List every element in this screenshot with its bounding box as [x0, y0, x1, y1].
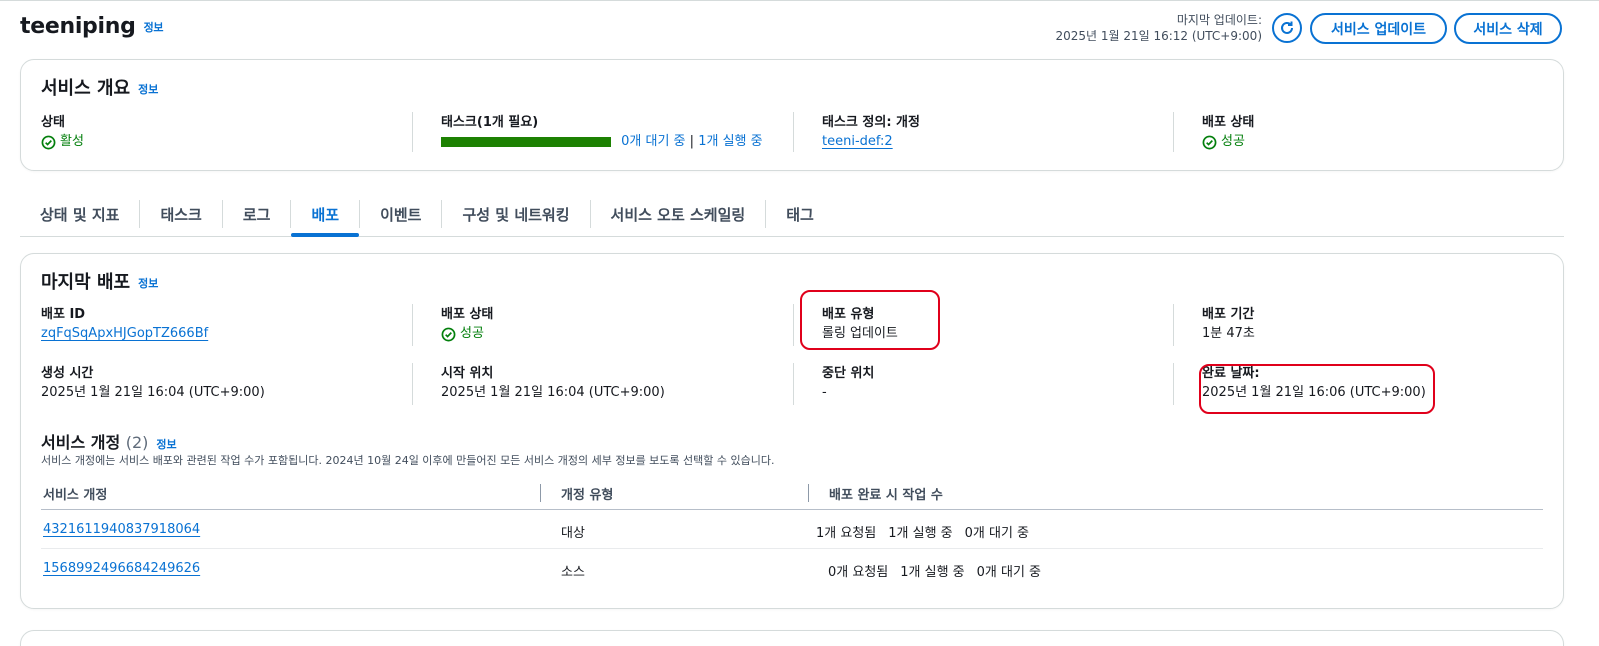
last-deployment-panel: 마지막 배포 정보 배포 ID zqFqSqApxHJGopTZ666Bf 배포 … [20, 253, 1564, 609]
revision-type: 소스 [561, 565, 585, 580]
tab-tasks[interactable]: 태스크 [140, 192, 221, 236]
service-tabs: 상태 및 지표 태스크 로그 배포 이벤트 구성 및 네트워킹 서비스 오토 스… [20, 192, 1564, 237]
tab-logs[interactable]: 로그 [223, 192, 291, 236]
page-title: teeniping 정보 [20, 14, 164, 39]
column-header-revision-type[interactable]: 개정 유형 [561, 484, 613, 503]
last-updated-label: 마지막 업데이트: [1176, 13, 1262, 27]
overview-deploy-status: 배포 상태 성공 [1202, 115, 1255, 149]
tasks-pending-link[interactable]: 0개 대기 중 [621, 134, 685, 149]
deployment-id-link[interactable]: zqFqSqApxHJGopTZ666Bf [41, 326, 208, 341]
check-circle-icon [1202, 135, 1217, 149]
tab-events[interactable]: 이벤트 [360, 192, 441, 236]
revisions-info-link[interactable]: 정보 [156, 438, 176, 451]
revision-type: 대상 [561, 526, 585, 541]
deployment-title: 마지막 배포 정보 [41, 272, 159, 293]
deployment-status: 배포 상태 성공 [441, 307, 494, 341]
deployment-duration: 배포 기간 1분 47초 [1202, 307, 1255, 341]
revisions-table-header: 서비스 개정 개정 유형 배포 완료 시 작업 수 [41, 480, 1543, 510]
divider [793, 112, 794, 152]
top-border [0, 0, 1599, 1]
tab-health-metrics[interactable]: 상태 및 지표 [20, 192, 139, 236]
deployment-start: 시작 위치 2025년 1월 21일 16:04 (UTC+9:00) [441, 366, 665, 400]
task-definition-link[interactable]: teeni-def:2 [822, 134, 893, 149]
deployment-id: 배포 ID zqFqSqApxHJGopTZ666Bf [41, 307, 209, 341]
refresh-icon [1281, 21, 1293, 34]
tasks-progress-bar [441, 136, 611, 147]
last-updated-value: 2025년 1월 21일 16:12 (UTC+9:00) [1055, 29, 1262, 43]
service-overview-panel: 서비스 개요 정보 상태 활성 태스크(1개 필요) 0개 대기 중 | 1개 실… [20, 59, 1564, 171]
deployment-type: 배포 유형 롤링 업데이트 [822, 307, 898, 341]
tab-auto-scaling[interactable]: 서비스 오토 스케일링 [591, 192, 766, 236]
revision-id-link[interactable]: 1568992496684249626 [43, 561, 200, 576]
overview-task-definition: 태스크 정의: 개정 teeni-def:2 [822, 115, 920, 149]
divider [412, 112, 413, 152]
tab-deployments[interactable]: 배포 [291, 192, 359, 237]
deployment-completed: 완료 날짜: 2025년 1월 21일 16:06 (UTC+9:00) [1202, 366, 1426, 400]
tasks-progress-fill [441, 136, 611, 147]
table-row: 4321611940837918064 대상 1개 요청됨 1개 실행 중 0개 대… [41, 511, 1543, 549]
table-row: 1568992496684249626 소스 0개 요청됨 1개 실행 중 0개 대… [41, 550, 1543, 588]
revisions-title: 서비스 개정 (2) 정보 [41, 433, 177, 452]
overview-tasks: 태스크(1개 필요) 0개 대기 중 | 1개 실행 중 [441, 115, 763, 149]
last-updated: 마지막 업데이트: 2025년 1월 21일 16:12 (UTC+9:00) [1055, 12, 1262, 44]
title-info-link[interactable]: 정보 [144, 21, 164, 34]
divider [1173, 304, 1174, 346]
deployment-created: 생성 시간 2025년 1월 21일 16:04 (UTC+9:00) [41, 366, 265, 400]
divider [793, 363, 794, 405]
revision-task-counts: 0개 요청됨 1개 실행 중 0개 대기 중 [828, 565, 1042, 580]
check-circle-icon [41, 135, 56, 149]
deployment-info-link[interactable]: 정보 [138, 277, 158, 290]
tasks-running-link[interactable]: 1개 실행 중 [698, 134, 762, 149]
divider [412, 304, 413, 346]
column-header-task-count[interactable]: 배포 완료 시 작업 수 [829, 484, 943, 503]
overview-status: 상태 활성 [41, 115, 84, 149]
divider [793, 304, 794, 346]
revision-task-counts: 1개 요청됨 1개 실행 중 0개 대기 중 [816, 526, 1030, 541]
divider [1173, 363, 1174, 405]
column-divider [540, 484, 541, 502]
divider [1173, 112, 1174, 152]
revision-id-link[interactable]: 4321611940837918064 [43, 522, 200, 537]
update-service-button[interactable]: 서비스 업데이트 [1310, 13, 1447, 44]
revisions-count: (2) [125, 433, 149, 452]
tab-configuration-networking[interactable]: 구성 및 네트워킹 [442, 192, 589, 236]
deployment-stop: 중단 위치 - [822, 366, 875, 400]
overview-info-link[interactable]: 정보 [138, 83, 158, 96]
refresh-button[interactable] [1272, 13, 1302, 43]
revisions-description: 서비스 개정에는 서비스 배포와 관련된 작업 수가 포함됩니다. 2024년 … [41, 454, 775, 467]
overview-title: 서비스 개요 정보 [41, 78, 159, 99]
check-circle-icon [441, 327, 456, 341]
column-divider [808, 484, 809, 502]
tab-tags[interactable]: 태그 [766, 192, 834, 236]
divider [412, 363, 413, 405]
delete-service-button[interactable]: 서비스 삭제 [1454, 13, 1562, 44]
next-panel-edge [20, 630, 1564, 646]
column-header-revision[interactable]: 서비스 개정 [43, 484, 107, 503]
